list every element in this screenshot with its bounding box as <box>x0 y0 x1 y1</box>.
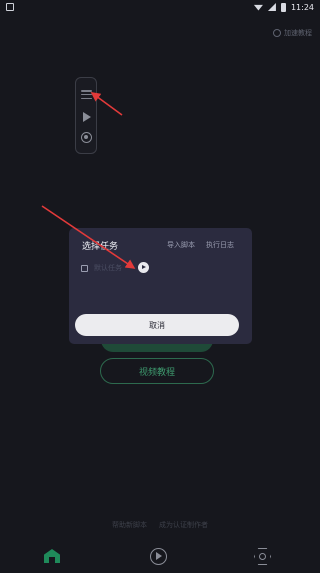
execution-log-link[interactable]: 执行日志 <box>206 240 234 250</box>
script-icon[interactable] <box>150 548 167 565</box>
task-icon <box>81 264 88 272</box>
battery-icon <box>280 2 286 12</box>
import-script-link[interactable]: 导入脚本 <box>167 240 195 250</box>
floating-control-bar[interactable] <box>75 77 97 154</box>
wifi-icon <box>253 4 263 11</box>
status-icons: 11:24 <box>253 2 314 12</box>
video-tutorial-label: 视频教程 <box>138 367 175 378</box>
footer-link-become-author[interactable]: 成为认证制作者 <box>159 520 208 530</box>
help-icon <box>273 29 281 37</box>
run-task-play-icon[interactable] <box>138 262 149 273</box>
footer-links: 帮助新脚本 成为认证制作者 <box>0 520 320 530</box>
dialog-title: 选择任务 <box>82 242 119 252</box>
video-tutorial-button[interactable]: 视频教程 <box>100 358 214 384</box>
settings-icon-center <box>259 553 266 560</box>
footer-link-new-script[interactable]: 帮助新脚本 <box>112 520 147 530</box>
record-icon[interactable] <box>81 132 92 143</box>
status-time: 11:24 <box>290 2 314 12</box>
home-icon[interactable] <box>44 549 60 563</box>
help-label: 加速教程 <box>284 29 312 37</box>
cancel-button[interactable]: 取消 <box>75 314 239 336</box>
help-link[interactable]: 加速教程 <box>273 28 312 38</box>
status-bar: 11:24 <box>0 0 320 14</box>
task-name: 默认任务 <box>94 264 122 272</box>
menu-icon[interactable] <box>81 90 92 99</box>
play-icon[interactable] <box>83 112 91 122</box>
task-row[interactable]: 默认任务 <box>81 261 241 275</box>
notification-icon <box>6 3 14 11</box>
select-task-dialog: 选择任务 导入脚本 执行日志 默认任务 取消 <box>69 228 252 344</box>
signal-icon <box>267 3 276 11</box>
bottom-nav <box>0 545 320 569</box>
